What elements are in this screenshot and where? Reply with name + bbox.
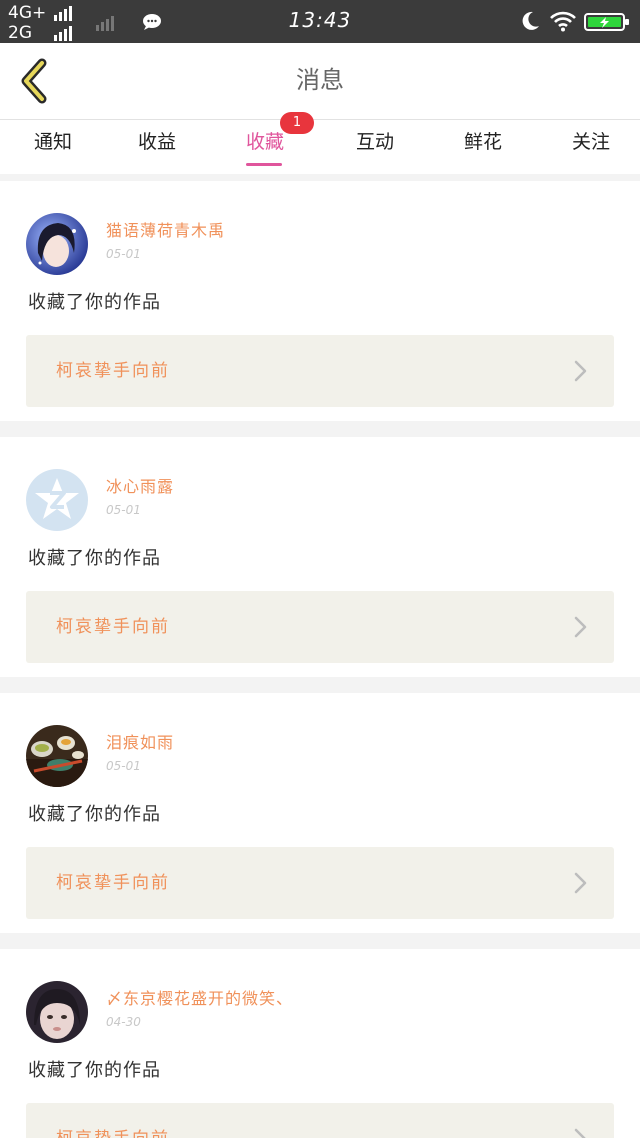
wifi-icon — [550, 11, 576, 32]
tab-following[interactable]: 关注 — [538, 120, 640, 174]
tab-interactions[interactable]: 互动 — [322, 120, 428, 174]
tab-label: 收藏 — [245, 131, 284, 153]
active-tab-indicator — [246, 163, 282, 166]
message-date: 05-01 — [106, 247, 141, 261]
chevron-right-icon — [574, 360, 587, 382]
message-card: 冰心雨露 05-01 收藏了你的作品 柯哀挚手向前 — [0, 437, 640, 677]
chat-bubble-icon — [143, 14, 161, 30]
message-card: 猫语薄荷青木禹 05-01 收藏了你的作品 柯哀挚手向前 — [0, 181, 640, 421]
action-text: 收藏了你的作品 — [28, 548, 161, 569]
work-link[interactable]: 柯哀挚手向前 — [26, 847, 614, 919]
network-type-primary: 4G+ — [8, 3, 47, 23]
status-bar: 4G+ 2G 13:43 — [0, 0, 640, 43]
signal-icon — [54, 5, 72, 21]
avatar[interactable] — [26, 469, 88, 531]
app-header: 消息 — [0, 43, 640, 120]
work-title: 柯哀挚手向前 — [56, 873, 170, 893]
action-text: 收藏了你的作品 — [28, 292, 161, 313]
work-title: 柯哀挚手向前 — [56, 1125, 170, 1138]
message-date: 04-30 — [106, 1015, 141, 1029]
avatar[interactable] — [26, 725, 88, 787]
work-title: 柯哀挚手向前 — [56, 361, 170, 381]
messages-screen: 4G+ 2G 13:43 消息 通知 收益 收藏 1 互动 鲜花 关注 猫语薄荷… — [0, 0, 640, 1138]
tab-notifications[interactable]: 通知 — [0, 120, 106, 174]
message-card: 〆东京樱花盛开的微笑、 04-30 收藏了你的作品 柯哀挚手向前 — [0, 949, 640, 1138]
avatar[interactable] — [26, 981, 88, 1043]
action-text: 收藏了你的作品 — [28, 804, 161, 825]
clock: 13:43 — [288, 8, 352, 32]
network-indicators: 4G+ 2G — [8, 2, 161, 43]
action-text: 收藏了你的作品 — [28, 1060, 161, 1081]
chevron-right-icon — [574, 872, 587, 894]
signal-icon — [54, 25, 72, 41]
unread-badge: 1 — [280, 112, 314, 134]
message-date: 05-01 — [106, 503, 141, 517]
tab-label: 通知 — [33, 131, 72, 153]
battery-charging-icon — [584, 13, 629, 31]
moon-icon — [522, 11, 539, 30]
tab-bar: 通知 收益 收藏 1 互动 鲜花 关注 — [0, 112, 640, 174]
tab-label: 鲜花 — [463, 131, 502, 153]
tab-earnings[interactable]: 收益 — [104, 120, 210, 174]
tab-label: 关注 — [571, 131, 610, 153]
username[interactable]: 冰心雨露 — [106, 475, 174, 499]
username[interactable]: 猫语薄荷青木禹 — [106, 219, 225, 243]
chevron-right-icon — [574, 1128, 586, 1138]
message-date: 05-01 — [106, 759, 141, 773]
page-title: 消息 — [296, 66, 344, 94]
tab-label: 收益 — [137, 131, 176, 153]
avatar[interactable] — [26, 213, 88, 275]
work-link[interactable]: 柯哀挚手向前 — [26, 1103, 614, 1138]
work-title: 柯哀挚手向前 — [56, 617, 170, 637]
tab-favorites[interactable]: 收藏 1 — [212, 112, 318, 174]
tab-label: 互动 — [355, 131, 394, 153]
message-card: 泪痕如雨 05-01 收藏了你的作品 柯哀挚手向前 — [0, 693, 640, 933]
username[interactable]: 〆东京樱花盛开的微笑、 — [106, 987, 293, 1011]
signal-weak-icon — [96, 15, 114, 31]
username[interactable]: 泪痕如雨 — [106, 731, 174, 755]
network-type-secondary: 2G — [8, 23, 32, 43]
work-link[interactable]: 柯哀挚手向前 — [26, 591, 614, 663]
back-chevron-icon[interactable] — [14, 57, 54, 105]
tab-flowers[interactable]: 鲜花 — [430, 120, 536, 174]
chevron-right-icon — [574, 616, 587, 638]
work-link[interactable]: 柯哀挚手向前 — [26, 335, 614, 407]
